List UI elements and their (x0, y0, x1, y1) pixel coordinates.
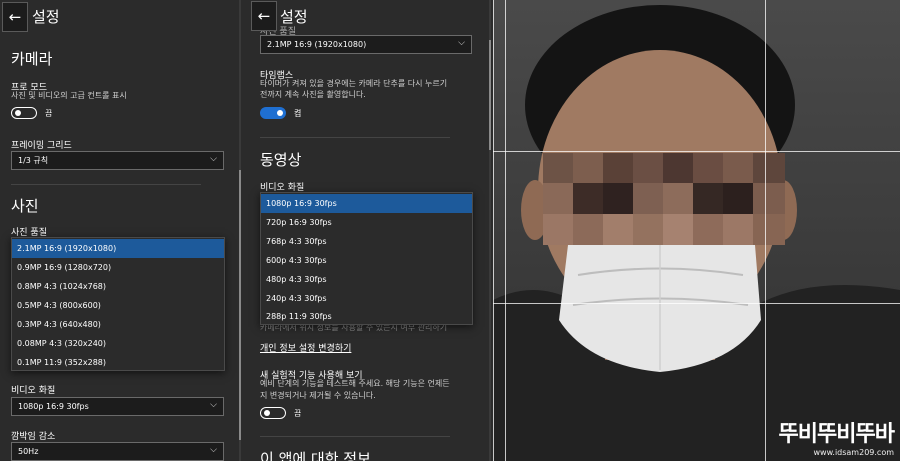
experimental-desc-2: 지 변경되거나 제거될 수 있습니다. (260, 391, 376, 400)
dropdown-option[interactable]: 288p 11:9 30fps (261, 308, 472, 325)
chevron-down-icon: ⌵ (210, 400, 217, 410)
divider (260, 137, 450, 138)
timelapse-desc-2: 전까지 계속 사진을 촬영합니다. (260, 90, 366, 99)
watermark: 뚜비뚜비뚜바 www.idsam209.com (778, 416, 895, 457)
chevron-down-icon: ⌵ (210, 445, 217, 455)
pro-mode-desc: 사진 및 비디오의 고급 컨트롤 표시 (11, 91, 127, 100)
divider (11, 184, 201, 185)
grid-line (493, 303, 900, 304)
video-quality-dropdown[interactable]: 1080p 16:9 30fps 720p 16:9 30fps 768p 4:… (260, 192, 473, 325)
grid-line (493, 0, 494, 461)
scrollbar[interactable] (239, 0, 241, 461)
scrollbar-thumb[interactable] (489, 40, 491, 150)
toggle-knob (264, 410, 270, 416)
flicker-select[interactable]: 50Hz ⌵ (11, 442, 224, 461)
photo-quality-value: 2.1MP 16:9 (1920x1080) (267, 40, 367, 49)
dropdown-option[interactable]: 0.1MP 11:9 (352x288) (12, 353, 224, 372)
photo-heading: 사진 (11, 197, 39, 215)
video-quality-value: 1080p 16:9 30fps (18, 402, 89, 411)
privacy-settings-link[interactable]: 개인 정보 설정 변경하기 (260, 341, 351, 354)
privacy-mosaic (543, 153, 785, 245)
pro-mode-toggle-text: 끔 (45, 109, 53, 118)
experimental-toggle[interactable] (260, 407, 286, 419)
framing-grid-select[interactable]: 1/3 규칙 ⌵ (11, 151, 224, 170)
dropdown-option[interactable]: 0.5MP 4:3 (800x600) (12, 296, 224, 315)
dropdown-option[interactable]: 600p 4:3 30fps (261, 251, 472, 270)
dropdown-option[interactable]: 768p 4:3 30fps (261, 232, 472, 251)
about-heading: 이 앱에 대한 정보 (260, 450, 371, 461)
video-quality-select[interactable]: 1080p 16:9 30fps ⌵ (11, 397, 224, 416)
toggle-knob (15, 110, 21, 116)
photo-quality-select[interactable]: 2.1MP 16:9 (1920x1080) ⌵ (260, 35, 472, 54)
dropdown-option[interactable]: 2.1MP 16:9 (1920x1080) (12, 239, 224, 258)
grid-line (505, 0, 506, 461)
dropdown-option[interactable]: 480p 4:3 30fps (261, 270, 472, 289)
settings-panel-left: ← 설정 카메라 프로 모드 사진 및 비디오의 고급 컨트롤 표시 끔 프레이… (0, 0, 245, 461)
flicker-label: 깜박임 감소 (11, 432, 56, 442)
experimental-desc-1: 예비 단계의 기능을 테스트해 주세요. 해당 기능은 언제든 (260, 379, 450, 388)
dropdown-option[interactable]: 0.08MP 4:3 (320x240) (12, 334, 224, 353)
divider (260, 436, 450, 437)
dropdown-option[interactable]: 720p 16:9 30fps (261, 213, 472, 232)
camera-preview: 뚜비뚜비뚜바 www.idsam209.com (493, 0, 900, 461)
watermark-url: www.idsam209.com (813, 448, 895, 457)
framing-grid-label: 프레이밍 그리드 (11, 141, 72, 151)
back-arrow-icon: ← (8, 8, 22, 26)
grid-line (765, 0, 766, 461)
chevron-down-icon: ⌵ (458, 38, 465, 48)
camera-heading: 카메라 (11, 50, 53, 68)
video-quality-label: 비디오 화질 (11, 386, 56, 396)
dropdown-option[interactable]: 0.8MP 4:3 (1024x768) (12, 277, 224, 296)
framing-grid-value: 1/3 규칙 (18, 156, 49, 165)
page-title: 설정 (280, 8, 308, 26)
dropdown-option[interactable]: 1080p 16:9 30fps (261, 194, 472, 213)
dropdown-option[interactable]: 0.9MP 16:9 (1280x720) (12, 258, 224, 277)
pro-mode-toggle[interactable] (11, 107, 37, 119)
experimental-toggle-text: 끔 (294, 409, 302, 418)
grid-line (493, 151, 900, 152)
watermark-title: 뚜비뚜비뚜바 (778, 422, 895, 447)
back-button[interactable]: ← (251, 1, 277, 31)
dropdown-option[interactable]: 0.3MP 4:3 (640x480) (12, 315, 224, 334)
back-arrow-icon: ← (257, 7, 271, 25)
scrollbar[interactable] (489, 0, 491, 461)
flicker-value: 50Hz (18, 447, 39, 456)
page-title: 설정 (32, 8, 60, 26)
chevron-down-icon: ⌵ (210, 154, 217, 164)
timelapse-toggle[interactable] (260, 107, 286, 119)
toggle-knob (277, 110, 283, 116)
scrollbar-thumb[interactable] (239, 170, 241, 440)
back-button[interactable]: ← (2, 2, 28, 32)
dropdown-option[interactable]: 240p 4:3 30fps (261, 289, 472, 308)
photo-quality-dropdown[interactable]: 2.1MP 16:9 (1920x1080) 0.9MP 16:9 (1280x… (11, 237, 225, 371)
video-heading: 동영상 (260, 151, 302, 169)
settings-panel-right: 사진 품질 2.1MP 16:9 (1920x1080) ⌵ ← 설정 타임랩스… (245, 0, 493, 461)
timelapse-toggle-text: 켬 (294, 109, 302, 118)
